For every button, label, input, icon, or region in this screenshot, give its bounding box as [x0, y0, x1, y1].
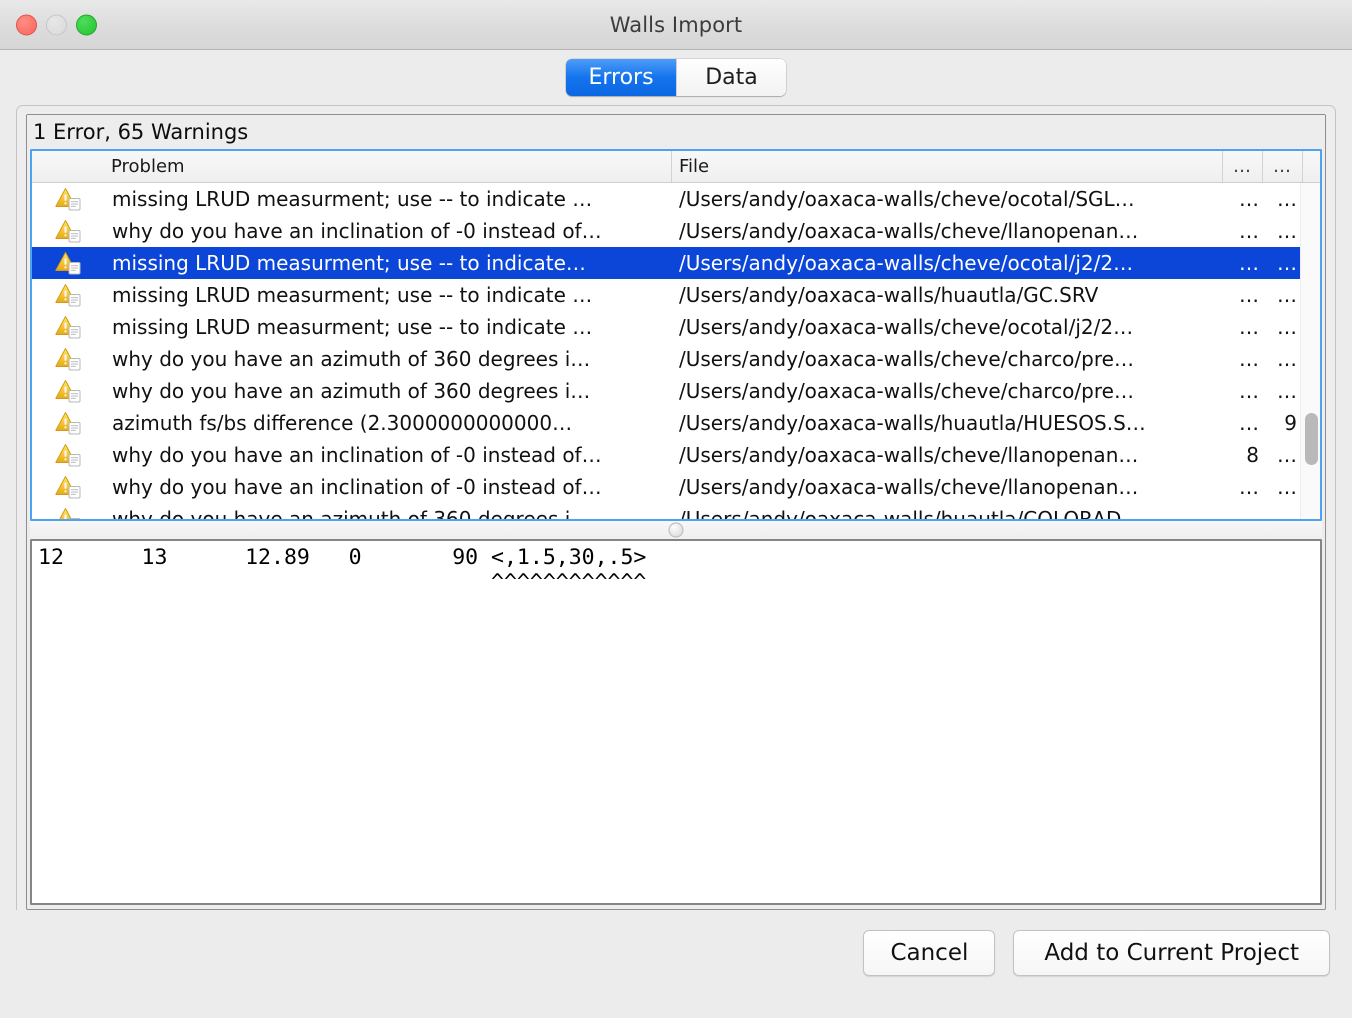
- tab-errors[interactable]: Errors: [566, 59, 676, 96]
- table-row[interactable]: azimuth fs/bs difference (2.300000000000…: [32, 407, 1320, 439]
- cell-n1: …: [1239, 475, 1259, 499]
- cell-problem: why do you have an inclination of -0 ins…: [112, 475, 602, 499]
- cell-n1: …: [1239, 379, 1259, 403]
- summary-label: 1 Error, 65 Warnings: [27, 115, 1325, 149]
- cell-problem: why do you have an azimuth of 360 degree…: [112, 507, 591, 519]
- minimize-button[interactable]: [46, 14, 67, 35]
- warning-icon: [32, 283, 104, 307]
- table-row[interactable]: why do you have an inclination of -0 ins…: [32, 439, 1320, 471]
- cell-problem: missing LRUD measurment; use -- to indic…: [112, 315, 593, 339]
- cell-n1: 8: [1246, 443, 1259, 467]
- table-row[interactable]: why do you have an azimuth of 360 degree…: [32, 375, 1320, 407]
- problems-table[interactable]: Problem File … … missing LRUD measurment…: [30, 149, 1322, 521]
- cell-file: /Users/andy/oaxaca-walls/cheve/charco/pr…: [679, 379, 1134, 403]
- warning-icon: [32, 315, 104, 339]
- content-panel: 1 Error, 65 Warnings Problem File … … mi…: [16, 105, 1336, 910]
- cell-file: /Users/andy/oaxaca-walls/cheve/charco/pr…: [679, 347, 1134, 371]
- warning-icon: [32, 411, 104, 435]
- table-row[interactable]: why do you have an inclination of -0 ins…: [32, 471, 1320, 503]
- cell-problem: why do you have an azimuth of 360 degree…: [112, 379, 591, 403]
- detail-text-area[interactable]: 12 13 12.89 0 90 <,1.5,30,.5> ^^^^^^^^^^…: [30, 539, 1322, 905]
- cell-problem: why do you have an inclination of -0 ins…: [112, 219, 602, 243]
- cell-file: /Users/andy/oaxaca-walls/cheve/llanopena…: [679, 219, 1139, 243]
- warning-icon: [32, 443, 104, 467]
- column-header-file[interactable]: File: [672, 151, 1223, 182]
- cell-n1: …: [1239, 507, 1259, 519]
- panel-splitter[interactable]: [30, 521, 1322, 539]
- cell-n2: …: [1277, 283, 1297, 307]
- cell-file: /Users/andy/oaxaca-walls/huautla/COLORAD…: [679, 507, 1142, 519]
- cell-file: /Users/andy/oaxaca-walls/cheve/llanopena…: [679, 475, 1139, 499]
- table-row[interactable]: missing LRUD measurment; use -- to indic…: [32, 247, 1320, 279]
- cell-n1: …: [1239, 411, 1259, 435]
- cell-file: /Users/andy/oaxaca-walls/cheve/ocotal/SG…: [679, 187, 1135, 211]
- warning-icon: [32, 507, 104, 519]
- table-row[interactable]: missing LRUD measurment; use -- to indic…: [32, 311, 1320, 343]
- detail-line-2: ^^^^^^^^^^^^: [38, 570, 647, 595]
- cell-problem: why do you have an inclination of -0 ins…: [112, 443, 602, 467]
- cell-problem: missing LRUD measurment; use -- to indic…: [112, 187, 593, 211]
- cell-problem: missing LRUD measurment; use -- to indic…: [112, 251, 586, 275]
- cancel-button[interactable]: Cancel: [863, 930, 996, 976]
- splitter-knob-icon[interactable]: [668, 522, 684, 538]
- table-row[interactable]: missing LRUD measurment; use -- to indic…: [32, 183, 1320, 215]
- segmented-control: Errors Data: [566, 59, 786, 96]
- cell-file: /Users/andy/oaxaca-walls/cheve/llanopena…: [679, 443, 1139, 467]
- cell-n2: …: [1277, 379, 1297, 403]
- cell-file: /Users/andy/oaxaca-walls/huautla/GC.SRV: [679, 283, 1099, 307]
- walls-import-window: Walls Import Errors Data 1 Error, 65 War…: [0, 0, 1352, 1018]
- table-scrollbar-thumb[interactable]: [1305, 413, 1318, 465]
- cell-n1: …: [1239, 251, 1259, 275]
- warning-icon: [32, 347, 104, 371]
- warning-icon: [32, 187, 104, 211]
- table-body: missing LRUD measurment; use -- to indic…: [32, 183, 1320, 519]
- cell-n2: …: [1277, 443, 1297, 467]
- cell-n1: …: [1239, 315, 1259, 339]
- warning-icon: [32, 379, 104, 403]
- table-row[interactable]: why do you have an inclination of -0 ins…: [32, 215, 1320, 247]
- close-button[interactable]: [16, 14, 37, 35]
- cell-n1: …: [1239, 347, 1259, 371]
- window-title: Walls Import: [609, 12, 743, 37]
- cell-problem: azimuth fs/bs difference (2.300000000000…: [112, 411, 573, 435]
- window-controls: [16, 14, 97, 35]
- footer-bar: Cancel Add to Current Project: [0, 910, 1352, 1018]
- cell-file: /Users/andy/oaxaca-walls/cheve/ocotal/j2…: [679, 315, 1134, 339]
- table-header-row: Problem File … …: [32, 151, 1320, 183]
- column-header-problem[interactable]: Problem: [104, 151, 672, 182]
- detail-line-1: 12 13 12.89 0 90 <,1.5,30,.5>: [38, 545, 647, 570]
- cell-n2: …: [1277, 219, 1297, 243]
- cell-n2: …: [1277, 251, 1297, 275]
- warning-icon: [32, 475, 104, 499]
- warning-icon: [32, 219, 104, 243]
- column-header-n2[interactable]: …: [1263, 151, 1303, 182]
- table-vertical-scrollbar[interactable]: [1300, 183, 1320, 519]
- zoom-button[interactable]: [76, 14, 97, 35]
- cell-problem: why do you have an azimuth of 360 degree…: [112, 347, 591, 371]
- cell-n2: …: [1277, 507, 1297, 519]
- column-header-n1[interactable]: …: [1223, 151, 1263, 182]
- tab-data[interactable]: Data: [676, 59, 786, 96]
- add-to-current-project-button[interactable]: Add to Current Project: [1013, 930, 1330, 976]
- title-bar: Walls Import: [0, 0, 1352, 50]
- cell-n2: 9: [1284, 411, 1297, 435]
- cell-problem: missing LRUD measurment; use -- to indic…: [112, 283, 593, 307]
- cell-n2: …: [1277, 187, 1297, 211]
- cell-n2: …: [1277, 475, 1297, 499]
- warning-icon: [32, 251, 104, 275]
- cell-n1: …: [1239, 283, 1259, 307]
- cell-n1: …: [1239, 187, 1259, 211]
- column-header-icon[interactable]: [32, 151, 104, 182]
- cell-n2: …: [1277, 315, 1297, 339]
- errors-panel: 1 Error, 65 Warnings Problem File … … mi…: [26, 114, 1326, 910]
- cell-file: /Users/andy/oaxaca-walls/huautla/HUESOS.…: [679, 411, 1146, 435]
- cell-file: /Users/andy/oaxaca-walls/cheve/ocotal/j2…: [679, 251, 1134, 275]
- tab-strip: Errors Data: [0, 50, 1352, 105]
- column-header-spacer: [1303, 151, 1320, 182]
- cell-n1: …: [1239, 219, 1259, 243]
- table-row[interactable]: missing LRUD measurment; use -- to indic…: [32, 279, 1320, 311]
- table-row[interactable]: why do you have an azimuth of 360 degree…: [32, 503, 1320, 519]
- cell-n2: …: [1277, 347, 1297, 371]
- table-row[interactable]: why do you have an azimuth of 360 degree…: [32, 343, 1320, 375]
